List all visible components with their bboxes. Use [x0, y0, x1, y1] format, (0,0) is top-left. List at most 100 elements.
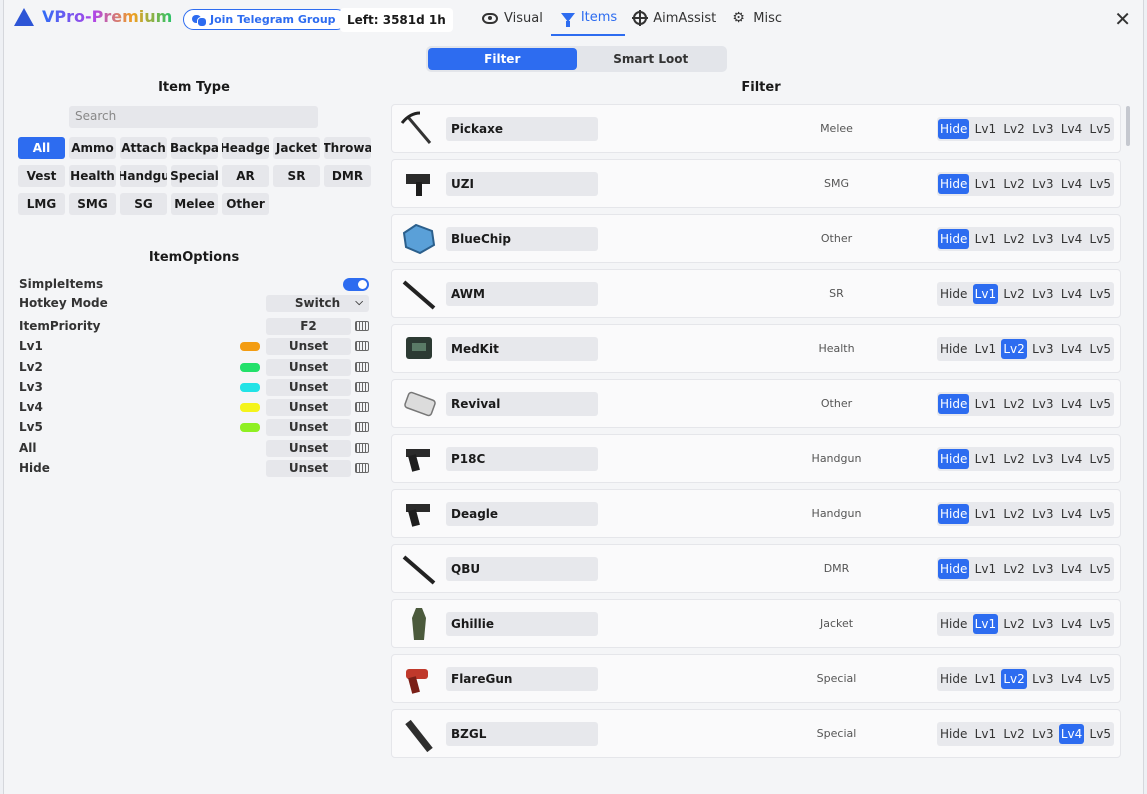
item-type-chip[interactable]: Ammo [69, 137, 116, 159]
level-option-lv4[interactable]: Lv4 [1059, 394, 1084, 414]
item-type-chip[interactable]: Throwa [324, 137, 371, 159]
level-option-lv4[interactable]: Lv4 [1058, 723, 1085, 744]
level-option-lv2[interactable]: Lv2 [1001, 338, 1027, 359]
level-option-lv4[interactable]: Lv4 [1059, 669, 1084, 689]
level-option-lv3[interactable]: Lv3 [1030, 669, 1055, 689]
level-option-lv4[interactable]: Lv4 [1059, 614, 1084, 634]
level-option-lv2[interactable]: Lv2 [1001, 449, 1026, 469]
subtab-filter[interactable]: Filter [428, 48, 577, 70]
level-option-lv5[interactable]: Lv5 [1088, 394, 1113, 414]
item-type-chip[interactable]: Backpa [171, 137, 218, 159]
level-option-lv3[interactable]: Lv3 [1030, 119, 1055, 139]
level-option-lv2[interactable]: Lv2 [1001, 614, 1026, 634]
level-option-hide[interactable]: Hide [938, 669, 969, 689]
level-option-lv4[interactable]: Lv4 [1059, 449, 1084, 469]
keyboard-icon[interactable] [355, 463, 369, 473]
keyboard-icon[interactable] [355, 402, 369, 412]
level-option-lv2[interactable]: Lv2 [1001, 559, 1026, 579]
level-hotkey[interactable]: Unset [266, 378, 351, 396]
item-type-chip[interactable]: Vest [18, 165, 65, 187]
level-option-lv5[interactable]: Lv5 [1088, 669, 1113, 689]
level-color-swatch[interactable] [240, 341, 260, 351]
item-type-chip[interactable]: SG [120, 193, 167, 215]
item-type-chip[interactable]: Melee [171, 193, 218, 215]
search-input[interactable]: Search [69, 106, 318, 128]
tab-aimassist[interactable]: AimAssist [625, 0, 724, 36]
level-option-lv2[interactable]: Lv2 [1001, 229, 1026, 249]
level-hotkey[interactable]: Unset [266, 337, 351, 355]
level-option-hide[interactable]: Hide [938, 558, 970, 579]
level-option-lv1[interactable]: Lv1 [973, 449, 998, 469]
level-option-lv4[interactable]: Lv4 [1059, 504, 1084, 524]
level-option-lv5[interactable]: Lv5 [1088, 229, 1113, 249]
level-option-lv1[interactable]: Lv1 [973, 559, 998, 579]
level-option-lv4[interactable]: Lv4 [1059, 284, 1084, 304]
level-hotkey[interactable]: Unset [266, 358, 351, 376]
level-option-lv4[interactable]: Lv4 [1059, 174, 1084, 194]
level-option-lv2[interactable]: Lv2 [1001, 284, 1026, 304]
level-option-lv3[interactable]: Lv3 [1030, 174, 1055, 194]
level-option-lv1[interactable]: Lv1 [973, 669, 998, 689]
level-option-lv1[interactable]: Lv1 [973, 504, 998, 524]
keyboard-icon[interactable] [355, 321, 369, 331]
hotkey-mode-dropdown[interactable]: Switch ⌵ [266, 294, 369, 312]
item-type-chip[interactable]: SR [273, 165, 320, 187]
level-color-swatch[interactable] [240, 402, 260, 412]
item-type-chip[interactable]: Special [171, 165, 218, 187]
tab-visual[interactable]: Visual [474, 0, 551, 36]
level-option-hide[interactable]: Hide [938, 173, 970, 194]
level-option-hide[interactable]: Hide [938, 284, 969, 304]
level-option-lv3[interactable]: Lv3 [1030, 449, 1055, 469]
keyboard-icon[interactable] [355, 341, 369, 351]
level-option-lv1[interactable]: Lv1 [973, 174, 998, 194]
level-color-swatch[interactable] [240, 382, 260, 392]
filter-scrollbar[interactable] [1126, 106, 1130, 146]
subtab-smart-loot[interactable]: Smart Loot [577, 48, 726, 70]
item-type-chip[interactable]: AR [222, 165, 269, 187]
level-color-swatch[interactable] [240, 422, 260, 432]
level-option-lv3[interactable]: Lv3 [1030, 614, 1055, 634]
level-option-hide[interactable]: Hide [938, 614, 969, 634]
level-option-lv2[interactable]: Lv2 [1001, 174, 1026, 194]
level-option-lv5[interactable]: Lv5 [1088, 119, 1113, 139]
level-option-lv2[interactable]: Lv2 [1001, 119, 1026, 139]
level-option-lv1[interactable]: Lv1 [973, 119, 998, 139]
level-option-hide[interactable]: Hide [938, 228, 970, 249]
level-option-lv5[interactable]: Lv5 [1088, 504, 1113, 524]
item-type-chip[interactable]: Attach [120, 137, 167, 159]
level-option-lv1[interactable]: Lv1 [973, 394, 998, 414]
level-option-hide[interactable]: Hide [938, 393, 970, 414]
level-option-hide[interactable]: Hide [938, 448, 970, 469]
simple-items-toggle[interactable] [343, 277, 369, 291]
level-option-hide[interactable]: Hide [938, 724, 969, 744]
level-option-hide[interactable]: Hide [938, 118, 970, 139]
item-type-chip[interactable]: Health [69, 165, 116, 187]
level-option-lv5[interactable]: Lv5 [1088, 559, 1113, 579]
level-option-lv5[interactable]: Lv5 [1088, 449, 1113, 469]
tab-items[interactable]: Items [550, 0, 626, 36]
item-type-chip[interactable]: Handgu [120, 165, 167, 187]
level-option-lv2[interactable]: Lv2 [1001, 394, 1026, 414]
keyboard-icon[interactable] [355, 362, 369, 372]
item-priority-hotkey[interactable]: F2 [266, 317, 351, 335]
level-option-lv2[interactable]: Lv2 [1001, 504, 1026, 524]
item-type-chip[interactable]: Other [222, 193, 269, 215]
level-option-hide[interactable]: Hide [938, 503, 970, 524]
item-type-chip[interactable]: DMR [324, 165, 371, 187]
level-option-lv5[interactable]: Lv5 [1088, 174, 1113, 194]
item-type-chip[interactable]: All [18, 137, 65, 159]
level-option-lv2[interactable]: Lv2 [1001, 668, 1027, 689]
level-option-hide[interactable]: Hide [938, 339, 969, 359]
level-option-lv2[interactable]: Lv2 [1001, 724, 1026, 744]
level-hotkey[interactable]: Unset [266, 439, 351, 457]
item-type-chip[interactable]: Headge [222, 137, 269, 159]
level-option-lv3[interactable]: Lv3 [1030, 559, 1055, 579]
close-icon[interactable]: ✕ [1114, 7, 1131, 31]
item-type-chip[interactable]: Jacket [273, 137, 320, 159]
level-option-lv5[interactable]: Lv5 [1088, 614, 1113, 634]
level-option-lv4[interactable]: Lv4 [1059, 559, 1084, 579]
level-option-lv3[interactable]: Lv3 [1030, 724, 1055, 744]
level-option-lv3[interactable]: Lv3 [1030, 394, 1055, 414]
level-option-lv4[interactable]: Lv4 [1059, 119, 1084, 139]
level-option-lv1[interactable]: Lv1 [973, 339, 998, 359]
